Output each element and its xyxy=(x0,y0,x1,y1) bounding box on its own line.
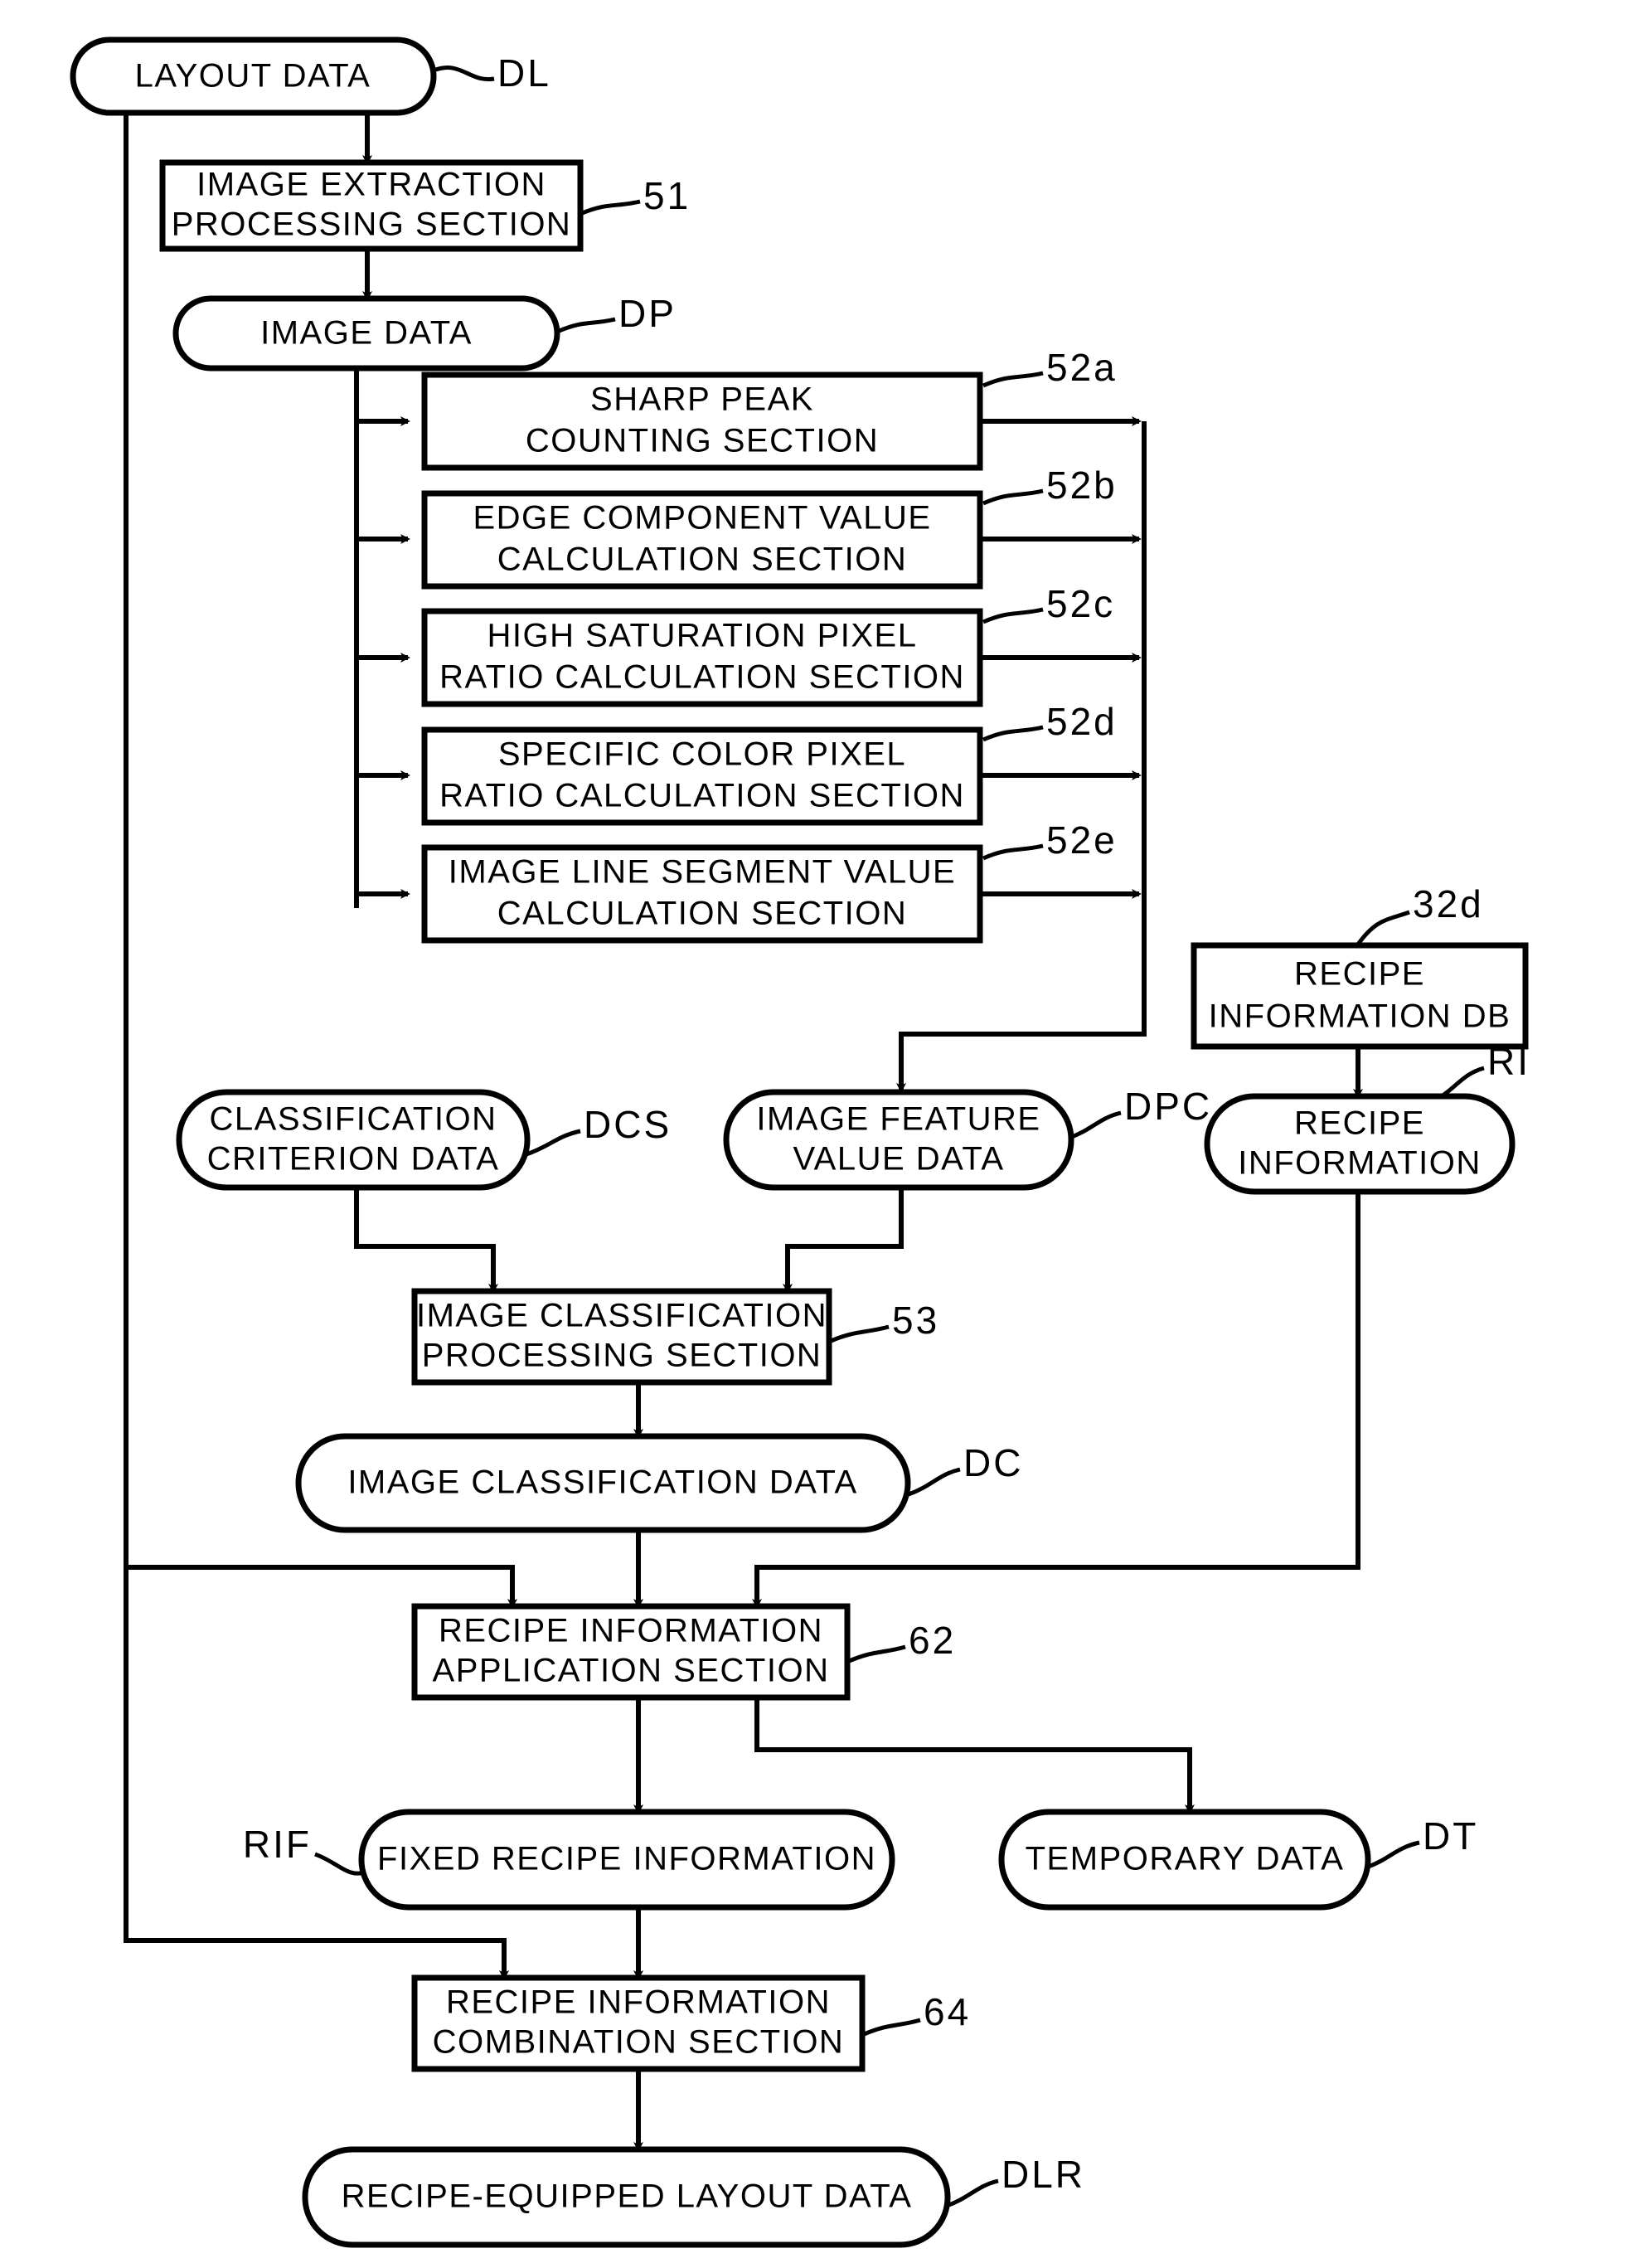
ref-label-52b: 52b xyxy=(1046,464,1118,507)
ref-label-DC: DC xyxy=(963,1441,1023,1484)
leader-52c xyxy=(982,607,1044,624)
edge-feature-to-classification xyxy=(783,1187,904,1294)
temporary-data-label: TEMPORARY DATA xyxy=(1026,1841,1345,1877)
ref-label-RIF: RIF xyxy=(243,1823,312,1866)
node-recipe-information-db[interactable]: RECIPE INFORMATION DB xyxy=(1191,942,1529,1050)
leader-52b xyxy=(982,488,1044,506)
node-fixed-recipe-information[interactable]: FIXED RECIPE INFORMATION xyxy=(358,1809,895,1911)
leader-52e xyxy=(982,843,1044,861)
leader-DT xyxy=(1365,1840,1420,1870)
specific-color-line2: RATIO CALCULATION SECTION xyxy=(439,778,965,814)
classification-criterion-line1: CLASSIFICATION xyxy=(210,1101,497,1138)
ref-label-DPC: DPC xyxy=(1124,1085,1212,1128)
node-image-classification-processing[interactable]: IMAGE CLASSIFICATION PROCESSING SECTION xyxy=(411,1288,832,1386)
leader-DPC xyxy=(1069,1110,1122,1140)
ref-label-51: 51 xyxy=(643,174,691,217)
node-image-extraction[interactable]: IMAGE EXTRACTION PROCESSING SECTION xyxy=(159,159,584,252)
ref-label-DLR: DLR xyxy=(1002,2153,1085,2196)
edge-leftbus-to-application xyxy=(126,1565,517,1609)
ref-label-52a: 52a xyxy=(1046,346,1118,389)
leader-52a xyxy=(982,371,1044,388)
image-line-segment-line1: IMAGE LINE SEGMENT VALUE xyxy=(449,854,956,891)
ref-label-52c: 52c xyxy=(1046,582,1115,625)
image-classification-processing-line2: PROCESSING SECTION xyxy=(422,1338,822,1374)
ref-label-RI: RI xyxy=(1487,1040,1530,1083)
recipe-info-combination-line2: COMBINATION SECTION xyxy=(433,2024,845,2061)
node-edge-component[interactable]: EDGE COMPONENT VALUE CALCULATION SECTION xyxy=(421,490,983,590)
recipe-info-combination-line1: RECIPE INFORMATION xyxy=(446,1984,831,2021)
high-saturation-line2: RATIO CALCULATION SECTION xyxy=(439,659,965,696)
sharp-peak-line2: COUNTING SECTION xyxy=(526,423,879,459)
ref-label-DL: DL xyxy=(497,51,551,95)
node-high-saturation[interactable]: HIGH SATURATION PIXEL RATIO CALCULATION … xyxy=(421,608,983,707)
classification-criterion-line2: CRITERION DATA xyxy=(207,1141,500,1178)
leader-53 xyxy=(827,1324,890,1344)
leader-DP xyxy=(555,317,616,334)
recipe-information-db-line2: INFORMATION DB xyxy=(1209,998,1511,1035)
image-feature-value-line1: IMAGE FEATURE xyxy=(756,1101,1040,1138)
image-data-label: IMAGE DATA xyxy=(260,315,473,352)
leader-DL xyxy=(433,66,495,82)
ref-label-32d: 32d xyxy=(1413,882,1484,925)
ref-label-52e: 52e xyxy=(1046,818,1118,862)
node-image-data[interactable]: IMAGE DATA xyxy=(172,295,560,372)
image-feature-value-line2: VALUE DATA xyxy=(793,1141,1004,1178)
node-image-feature-value[interactable]: IMAGE FEATURE VALUE DATA xyxy=(723,1089,1074,1191)
edge-component-line1: EDGE COMPONENT VALUE xyxy=(473,500,931,537)
ref-label-64: 64 xyxy=(924,1990,971,2033)
node-classification-criterion[interactable]: CLASSIFICATION CRITERION DATA xyxy=(176,1089,531,1191)
node-image-line-segment[interactable]: IMAGE LINE SEGMENT VALUE CALCULATION SEC… xyxy=(421,844,983,944)
recipe-information-line2: INFORMATION xyxy=(1238,1145,1482,1182)
edge-component-line2: CALCULATION SECTION xyxy=(497,542,908,578)
node-recipe-info-application[interactable]: RECIPE INFORMATION APPLICATION SECTION xyxy=(411,1603,851,1701)
edge-application-to-temporary xyxy=(754,1697,1195,1814)
ref-label-DT: DT xyxy=(1423,1814,1478,1858)
image-classification-data-label: IMAGE CLASSIFICATION DATA xyxy=(347,1464,857,1501)
recipe-info-application-line1: RECIPE INFORMATION xyxy=(439,1613,823,1649)
leader-64 xyxy=(861,2018,921,2037)
leader-52d xyxy=(982,725,1044,742)
image-extraction-line2: PROCESSING SECTION xyxy=(172,206,572,243)
node-recipe-info-combination[interactable]: RECIPE INFORMATION COMBINATION SECTION xyxy=(411,1974,866,2072)
leader-DLR xyxy=(946,2178,999,2208)
flowchart-canvas: LAYOUT DATA DL IMAGE EXTRACTION PROCESSI… xyxy=(70,36,1530,2248)
layout-data-label: LAYOUT DATA xyxy=(135,58,371,95)
leader-DCS xyxy=(526,1129,581,1157)
edge-criterion-to-classification xyxy=(354,1187,498,1294)
node-image-classification-data[interactable]: IMAGE CLASSIFICATION DATA xyxy=(295,1433,911,1533)
leader-RIF xyxy=(314,1852,366,1876)
ref-label-62: 62 xyxy=(909,1619,956,1662)
recipe-info-application-line2: APPLICATION SECTION xyxy=(433,1653,830,1689)
ref-label-53: 53 xyxy=(892,1299,939,1342)
recipe-information-db-line1: RECIPE xyxy=(1294,956,1425,993)
recipe-information-line1: RECIPE xyxy=(1294,1105,1425,1142)
patent-figure: LAYOUT DATA DL IMAGE EXTRACTION PROCESSI… xyxy=(0,0,1649,2268)
edge-recipeinfo-to-application xyxy=(752,1192,1360,1609)
ref-label-52d: 52d xyxy=(1046,700,1118,743)
node-layout-data[interactable]: LAYOUT DATA xyxy=(70,36,437,116)
leader-62 xyxy=(846,1644,906,1664)
image-extraction-line1: IMAGE EXTRACTION xyxy=(196,167,546,203)
ref-label-DP: DP xyxy=(618,292,677,335)
sharp-peak-line1: SHARP PEAK xyxy=(590,381,814,418)
leader-DC xyxy=(908,1467,961,1497)
node-recipe-information[interactable]: RECIPE INFORMATION xyxy=(1204,1093,1516,1195)
node-recipe-equipped-layout[interactable]: RECIPE-EQUIPPED LAYOUT DATA xyxy=(302,2146,951,2248)
specific-color-line1: SPECIFIC COLOR PIXEL xyxy=(498,736,906,773)
image-classification-processing-line1: IMAGE CLASSIFICATION xyxy=(416,1298,827,1334)
ref-label-DCS: DCS xyxy=(584,1103,672,1146)
node-specific-color[interactable]: SPECIFIC COLOR PIXEL RATIO CALCULATION S… xyxy=(421,726,983,826)
recipe-equipped-layout-label: RECIPE-EQUIPPED LAYOUT DATA xyxy=(342,2178,913,2215)
high-saturation-line1: HIGH SATURATION PIXEL xyxy=(487,618,918,654)
fixed-recipe-information-label: FIXED RECIPE INFORMATION xyxy=(377,1841,876,1877)
leader-32d xyxy=(1355,910,1410,947)
node-sharp-peak[interactable]: SHARP PEAK COUNTING SECTION xyxy=(421,372,983,471)
image-line-segment-line2: CALCULATION SECTION xyxy=(497,896,908,932)
leader-51 xyxy=(579,199,641,216)
node-temporary-data[interactable]: TEMPORARY DATA xyxy=(998,1809,1371,1911)
